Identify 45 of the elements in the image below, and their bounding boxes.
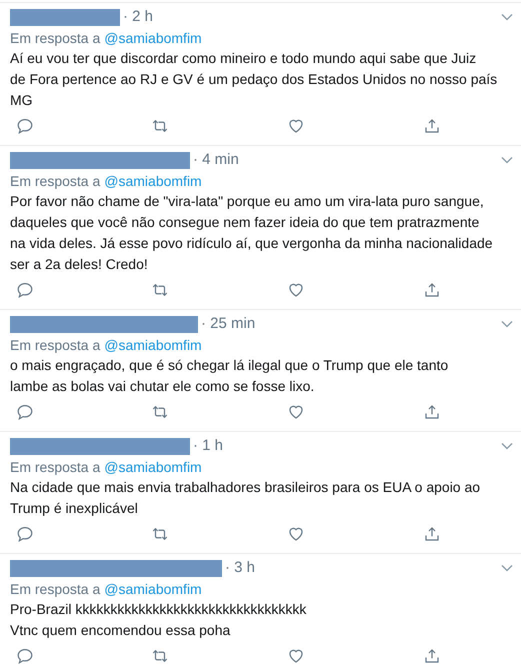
tweet-time[interactable]: · 2 h (123, 6, 154, 28)
retweet-icon[interactable] (150, 403, 170, 421)
reply-icon[interactable] (16, 647, 34, 665)
share-icon[interactable] (423, 647, 441, 665)
tweet-time[interactable]: · 4 min (193, 148, 239, 172)
retweet-icon[interactable] (150, 525, 170, 543)
retweet-icon[interactable] (150, 117, 170, 135)
reply-context: Em resposta a (10, 336, 100, 355)
share-icon[interactable] (423, 281, 441, 299)
heart-icon[interactable] (287, 525, 305, 543)
share-icon[interactable] (423, 525, 441, 543)
tweet-time[interactable]: · 3 h (225, 556, 256, 580)
chevron-icon[interactable] (501, 320, 513, 328)
reply-context: Em resposta a (10, 458, 100, 477)
reply-context: Em resposta a (10, 28, 100, 48)
tweet-text: o mais engraçado, que é só chegar lá ilegal que o Trump que ele tanto lambe as bolas vai chutar ele como se fosse lixo. (10, 356, 450, 396)
tweet-text: Pro-Brazil kkkkkkkkkkkkkkkkkkkkkkkkkkkkkkkkk Vtnc quem encomendou essa poha (10, 600, 308, 640)
reply-icon[interactable] (16, 117, 34, 135)
heart-icon[interactable] (287, 647, 305, 665)
heart-icon[interactable] (287, 117, 305, 135)
tweet-text: Na cidade que mais envia trabalhadores brasileiros para os EUA o apoio ao Trump é inexplicável (10, 478, 482, 518)
chevron-icon[interactable] (501, 156, 513, 164)
mention-link[interactable]: @samiabomfim (104, 578, 202, 600)
reply-icon[interactable] (16, 281, 34, 299)
mention-link[interactable]: @samiabomfim (104, 334, 202, 356)
reply-context: Em resposta a (10, 172, 100, 191)
heart-icon[interactable] (287, 281, 305, 299)
retweet-icon[interactable] (150, 647, 170, 665)
mention-link[interactable]: @samiabomfim (104, 28, 202, 48)
tweet-time[interactable]: · 1 h (193, 434, 224, 458)
chevron-icon[interactable] (501, 442, 513, 450)
tweet-text: Aí eu vou ter que discordar como mineiro e todo mundo aqui sabe que Juiz de Fora pertence ao RJ e GV é um pedaço dos Estados Unidos no nosso país MG (10, 49, 498, 110)
reply-icon[interactable] (16, 525, 34, 543)
share-icon[interactable] (423, 403, 441, 421)
retweet-icon[interactable] (150, 281, 170, 299)
reply-context: Em resposta a (10, 580, 100, 599)
chevron-icon[interactable] (501, 13, 513, 21)
reply-icon[interactable] (16, 403, 34, 421)
mention-link[interactable]: @samiabomfim (104, 456, 202, 478)
tweet-text: Por favor não chame de "vira-lata" porque eu amo um vira-lata puro sangue, daqueles que você não consegue nem fazer ideia do que tem pratrazmente na vida deles. Já esse povo ridículo aí, que vergonha da minha nacionalidade ser a 2a deles! Credo! (10, 192, 494, 274)
mention-link[interactable]: @samiabomfim (104, 170, 202, 192)
share-icon[interactable] (423, 117, 441, 135)
tweet-time[interactable]: · 25 min (201, 312, 256, 336)
chevron-icon[interactable] (501, 564, 513, 572)
heart-icon[interactable] (287, 403, 305, 421)
